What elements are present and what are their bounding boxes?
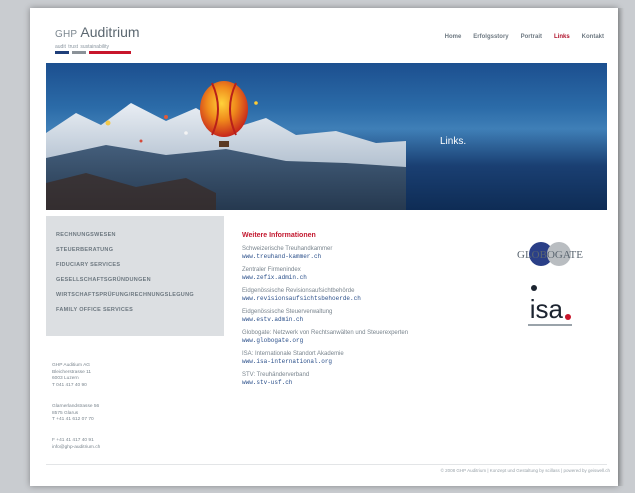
link-description: Zentraler Firmenindex <box>242 267 301 273</box>
nav-portrait[interactable]: Portrait <box>521 34 542 40</box>
address-phone-glarus: T +41 41 612 07 70 <box>52 417 94 423</box>
hero-banner: Links. <box>46 63 607 210</box>
sidebar-nav: Rechnungswesen Steuerberatung Fiduciary … <box>46 216 224 336</box>
link-url[interactable]: www.treuhand-kammer.ch <box>242 253 472 261</box>
link-description: Schweizerische Treuhandkammer <box>242 246 333 252</box>
link-description: STV: Treuhänderverband <box>242 372 310 378</box>
logo-bar-grey <box>72 51 86 54</box>
nav-erfolgsstory[interactable]: Erfolgsstory <box>473 34 508 40</box>
sidebar-item-fiduciary[interactable]: Fiduciary Services <box>56 258 224 273</box>
link-entry: Zentraler Firmenindex www.zefix.admin.ch <box>242 266 472 282</box>
address-city-luzern: 6003 Luzern <box>52 376 79 382</box>
link-description: ISA: Internationale Standort Akademie <box>242 351 344 357</box>
address-contact: F +41 41 417 40 91 info@ghp-auditrium.ch <box>52 438 100 451</box>
address-luzern: GHP Auditium AG Bleicherstrasse 11 6003 … <box>52 363 91 389</box>
content-heading: Weitere Informationen <box>242 232 316 239</box>
link-url[interactable]: www.isa-international.org <box>242 358 472 366</box>
address-company: GHP Auditium AG <box>52 363 91 368</box>
link-description: Globogate: Netzwerk von Rechtsanwälten u… <box>242 330 409 336</box>
hero-title: Links. <box>440 136 467 147</box>
logo-bar-red <box>89 51 131 54</box>
main-nav: Home Erfolgsstory Portrait Links Kontakt <box>445 34 604 40</box>
link-description: Eidgenössische Revisionsaufsichtbehörde <box>242 288 355 294</box>
footer-divider <box>46 464 607 465</box>
address-fax: F +41 41 417 40 91 <box>52 438 94 443</box>
address-glarus: Glarnerlandstrasse 56 8575 Glarus T +41 … <box>52 404 99 424</box>
logo-tagline: audit trust sustainability <box>55 44 109 50</box>
link-url[interactable]: www.estv.admin.ch <box>242 316 472 324</box>
isa-logo-text: isa. <box>530 294 570 324</box>
isa-logo[interactable]: isa. <box>520 280 580 332</box>
link-entry: Eidgenössische Steuerverwaltung www.estv… <box>242 308 472 324</box>
link-entry: STV: Treuhänderverband www.stv-usf.ch <box>242 371 472 387</box>
link-url[interactable]: www.stv-usf.ch <box>242 379 472 387</box>
nav-links[interactable]: Links <box>554 34 570 40</box>
nav-home[interactable]: Home <box>445 34 462 40</box>
logo-prefix: GHP <box>55 29 78 40</box>
footer: © 2008 GHP Auditrium | Konzept und Gesta… <box>440 468 610 473</box>
sidebar-item-steuerberatung[interactable]: Steuerberatung <box>56 243 224 258</box>
link-description: Eidgenössische Steuerverwaltung <box>242 309 333 315</box>
address-phone-luzern: T 041 417 40 90 <box>52 382 87 388</box>
nav-kontakt[interactable]: Kontakt <box>582 34 604 40</box>
hero-landscape-image <box>46 81 406 210</box>
links-content: Weitere Informationen Schweizerische Tre… <box>242 232 472 392</box>
sidebar-item-family-office[interactable]: Family Office Services <box>56 303 224 318</box>
page-shadow <box>618 8 624 486</box>
link-entry: ISA: Internationale Standort Akademie ww… <box>242 350 472 366</box>
sidebar-item-gesellschaftsgruendungen[interactable]: Gesellschaftsgründungen <box>56 273 224 288</box>
link-url[interactable]: www.revisionsaufsichtsbehoerde.ch <box>242 295 472 303</box>
link-entry: Schweizerische Treuhandkammer www.treuha… <box>242 245 472 261</box>
link-entry: Eidgenössische Revisionsaufsichtbehörde … <box>242 287 472 303</box>
link-url[interactable]: www.zefix.admin.ch <box>242 274 472 282</box>
sidebar-item-rechnungswesen[interactable]: Rechnungswesen <box>56 228 224 243</box>
globogate-logo[interactable]: GLOBOGATE <box>496 240 604 270</box>
page: GHP Auditrium audit trust sustainability… <box>30 8 618 486</box>
logo-bar-blue <box>55 51 69 54</box>
logo-color-bars <box>55 51 140 54</box>
sidebar-item-wirtschaftspruefung[interactable]: Wirtschaftsprüfung/Rechnungslegung <box>56 288 224 303</box>
logo[interactable]: GHP Auditrium audit trust sustainability <box>55 25 140 54</box>
link-entry: Globogate: Netzwerk von Rechtsanwälten u… <box>242 329 472 345</box>
address-email[interactable]: info@ghp-auditrium.ch <box>52 445 100 452</box>
address-street-glarus: Glarnerlandstrasse 56 <box>52 404 100 409</box>
logo-wordmark: GHP Auditrium <box>55 25 140 42</box>
globogate-logo-text: GLOBOGATE <box>517 249 583 261</box>
logo-name: Auditrium <box>80 24 140 40</box>
link-url[interactable]: www.globogate.org <box>242 337 472 345</box>
